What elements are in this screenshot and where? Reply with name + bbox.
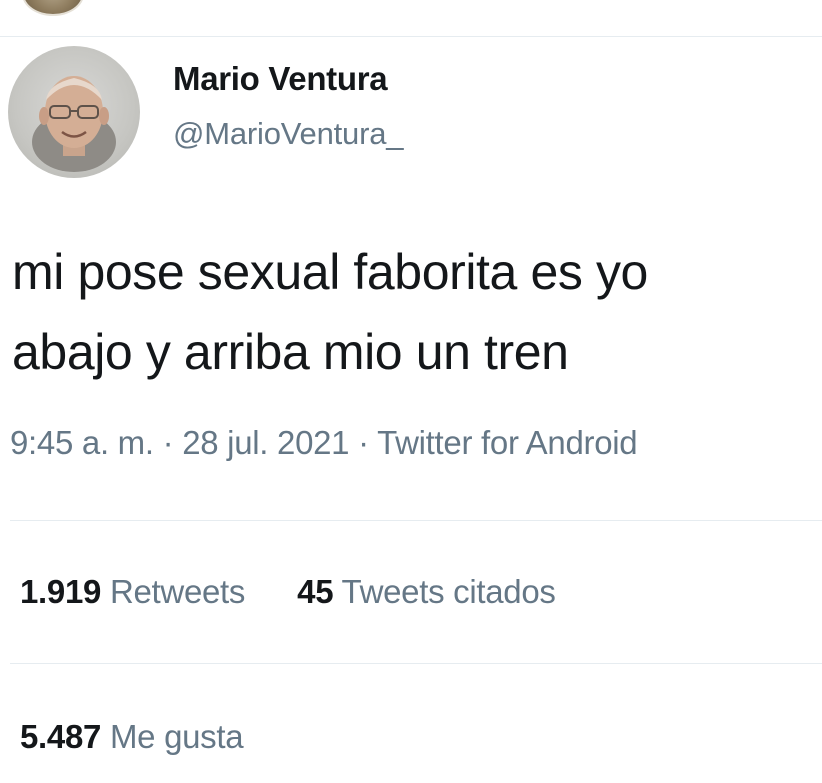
likes-label: Me gusta bbox=[109, 718, 244, 755]
author-name[interactable]: Mario Ventura bbox=[173, 60, 388, 98]
retweets-count: 1.919 bbox=[20, 573, 102, 610]
tweet-source[interactable]: Twitter for Android bbox=[377, 424, 638, 461]
engagement-stats: 1.919 Retweets 45 Tweets citados bbox=[20, 573, 556, 611]
previous-tweet-avatar[interactable] bbox=[22, 0, 84, 16]
quote-tweets-count: 45 bbox=[297, 573, 334, 610]
tweet-screenshot: Mario Ventura @MarioVentura_ mi pose sex… bbox=[0, 0, 822, 783]
tweet-time[interactable]: 9:45 a. m. bbox=[10, 424, 154, 461]
likes-stat[interactable]: 5.487 Me gusta bbox=[20, 718, 244, 756]
tweet-metadata: 9:45 a. m. · 28 jul. 2021 · Twitter for … bbox=[10, 424, 638, 462]
tweet-date[interactable]: 28 jul. 2021 bbox=[182, 424, 349, 461]
divider bbox=[10, 520, 822, 521]
likes-stats: 5.487 Me gusta bbox=[20, 718, 244, 756]
quote-tweets-stat[interactable]: 45 Tweets citados bbox=[297, 573, 556, 611]
divider bbox=[10, 663, 822, 664]
author-handle[interactable]: @MarioVentura_ bbox=[173, 116, 403, 152]
likes-count: 5.487 bbox=[20, 718, 102, 755]
meta-separator: · bbox=[349, 424, 378, 461]
retweets-label: Retweets bbox=[109, 573, 246, 610]
quote-tweets-label: Tweets citados bbox=[341, 573, 556, 610]
meta-separator: · bbox=[153, 424, 183, 461]
author-avatar[interactable] bbox=[8, 46, 140, 178]
top-divider bbox=[0, 36, 822, 37]
retweets-stat[interactable]: 1.919 Retweets bbox=[20, 573, 245, 611]
tweet-text-line: abajo y arriba mio un tren bbox=[12, 324, 569, 380]
author-photo-icon bbox=[32, 76, 116, 172]
tweet-text: mi pose sexual faborita es yo abajo y ar… bbox=[12, 232, 822, 392]
tweet-text-line: mi pose sexual faborita es yo bbox=[12, 244, 648, 300]
